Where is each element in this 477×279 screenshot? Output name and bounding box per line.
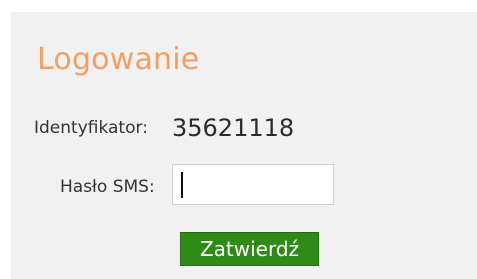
- sms-password-input[interactable]: [172, 164, 334, 205]
- page-title: Logowanie: [37, 42, 200, 77]
- sms-password-label: Hasło SMS:: [60, 177, 155, 197]
- submit-button[interactable]: Zatwierdź: [180, 232, 319, 266]
- identifier-value: 35621118: [172, 114, 295, 142]
- identifier-label: Identyfikator:: [34, 118, 148, 138]
- text-cursor: [181, 172, 183, 198]
